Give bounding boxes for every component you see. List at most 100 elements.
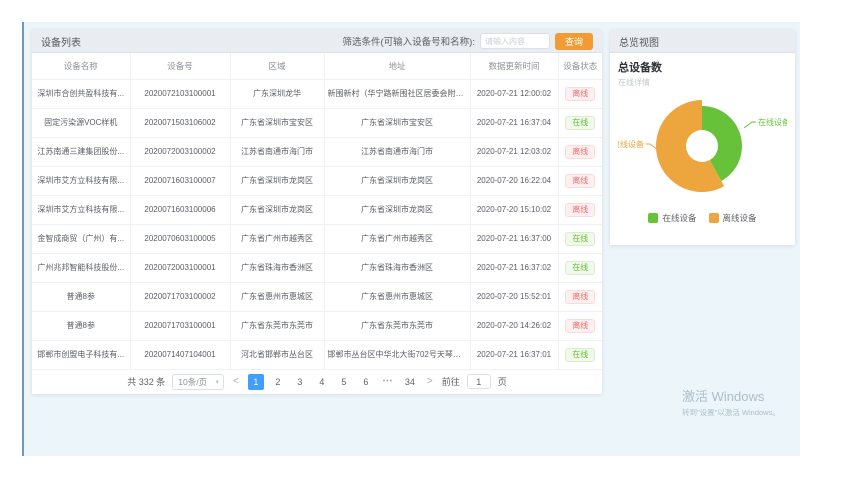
table-cell: 广东省珠海市香洲区 <box>324 253 470 282</box>
card-title: 设备列表 <box>41 34 81 49</box>
next-page-button[interactable]: > <box>425 376 435 387</box>
legend-swatch <box>709 213 719 223</box>
table-cell: 金智成商贸（广州）有... <box>32 224 130 253</box>
windows-activation-watermark: 激活 Windows 转到"设置"以激活 Windows。 <box>682 386 780 418</box>
page-size-select[interactable]: 10条/页 ▾ <box>172 374 224 390</box>
table-cell: 2020072103100001 <box>130 79 230 108</box>
table-cell: 广东深圳龙华 <box>230 79 324 108</box>
table-row[interactable]: 深圳市合创共盈科技有...2020072103100001广东深圳龙华新围新村（… <box>32 79 602 108</box>
table-cell: 2020-07-20 15:10:02 <box>470 195 558 224</box>
chevron-down-icon: ▾ <box>216 376 220 390</box>
column-header: 地址 <box>324 53 470 79</box>
table-cell: 广东省深圳市龙岗区 <box>324 195 470 224</box>
device-table: 设备名称设备号区域地址数据更新时间设备状态 深圳市合创共盈科技有...20200… <box>32 53 602 370</box>
table-cell: 广东省惠州市惠城区 <box>230 282 324 311</box>
page-button[interactable]: 3 <box>292 374 308 390</box>
page-button[interactable]: 34 <box>402 374 418 390</box>
status-badge: 离线 <box>565 290 595 304</box>
page-button[interactable]: 2 <box>270 374 286 390</box>
status-badge: 在线 <box>565 232 595 246</box>
status-badge: 离线 <box>565 87 595 101</box>
legend-item-online[interactable]: 在线设备 <box>648 212 696 224</box>
table-cell: 2020-07-21 12:03:02 <box>470 137 558 166</box>
legend-label: 在线设备 <box>662 212 696 224</box>
table-cell: 深圳市艾方立科技有限... <box>32 195 130 224</box>
page-button[interactable]: 4 <box>314 374 330 390</box>
goto-page-input[interactable] <box>467 374 491 389</box>
table-cell: 在线 <box>558 253 602 282</box>
table-cell: 江苏省南通市海门市 <box>230 137 324 166</box>
table-cell: 广东省广州市越秀区 <box>230 224 324 253</box>
table-cell: 2020-07-21 12:00:02 <box>470 79 558 108</box>
table-row[interactable]: 邯郸市创盟电子科技有...2020071407104001河北省邯郸市丛台区邯郸… <box>32 340 602 369</box>
column-header: 设备名称 <box>32 53 130 79</box>
table-cell: 新围新村（华宁路新围社区居委会附近）广东省深... <box>324 79 470 108</box>
device-list-header: 设备列表 筛选条件(可输入设备号和名称): 查询 <box>32 30 602 53</box>
table-cell: 在线 <box>558 340 602 369</box>
table-cell: 广东省深圳市宝安区 <box>324 108 470 137</box>
table-cell: 2020-07-20 16:22:04 <box>470 166 558 195</box>
table-cell: 广州兆邦智能科技股份... <box>32 253 130 282</box>
table-cell: 广东省深圳市龙岗区 <box>230 195 324 224</box>
legend-swatch <box>648 213 658 223</box>
table-cell: 在线 <box>558 224 602 253</box>
filter-input[interactable] <box>480 33 550 49</box>
page-button[interactable]: 1 <box>248 374 264 390</box>
status-badge: 在线 <box>565 116 595 130</box>
callout-line-online <box>744 122 756 128</box>
table-row[interactable]: 深圳市艾方立科技有限...2020071603100006广东省深圳市龙岗区广东… <box>32 195 602 224</box>
table-cell: 离线 <box>558 137 602 166</box>
status-badge: 在线 <box>565 261 595 275</box>
table-cell: 广东省深圳市龙岗区 <box>230 166 324 195</box>
table-row[interactable]: 普通8参2020071703100002广东省惠州市惠城区广东省惠州市惠城区20… <box>32 282 602 311</box>
prev-page-button[interactable]: < <box>231 376 241 387</box>
table-cell: 2020071703100002 <box>130 282 230 311</box>
pagination-bar: 共 332 条 10条/页 ▾ < 123456•••34 > 前往 页 <box>32 370 602 394</box>
page-size-value: 10条/页 <box>178 377 207 387</box>
table-cell: 深圳市艾方立科技有限... <box>32 166 130 195</box>
goto-label: 前往 <box>442 375 460 388</box>
overview-card: 总览视图 总设备数 在线详情 在线设备 离线设备 在线设备 离线设备 <box>610 30 795 245</box>
table-cell: 2020071407104001 <box>130 340 230 369</box>
table-cell: 江苏南通三建集团股份... <box>32 137 130 166</box>
table-cell: 邯郸市丛台区中华北大街702号天琴大厦4-A02 <box>324 340 470 369</box>
table-row[interactable]: 普通8参2020071703100001广东省东莞市东莞市广东省东莞市东莞市20… <box>32 311 602 340</box>
table-cell: 深圳市合创共盈科技有... <box>32 79 130 108</box>
table-cell: 广东省东莞市东莞市 <box>230 311 324 340</box>
chart-subtitle: 在线详情 <box>618 77 787 88</box>
legend-item-offline[interactable]: 离线设备 <box>709 212 757 224</box>
page-button[interactable]: 5 <box>336 374 352 390</box>
page-button[interactable]: 6 <box>358 374 374 390</box>
status-badge: 离线 <box>565 319 595 333</box>
table-cell: 2020-07-21 16:37:01 <box>470 340 558 369</box>
table-row[interactable]: 金智成商贸（广州）有...2020070603100005广东省广州市越秀区广东… <box>32 224 602 253</box>
column-header: 设备号 <box>130 53 230 79</box>
callout-label-offline: 离线设备 <box>618 139 644 149</box>
table-cell: 在线 <box>558 108 602 137</box>
table-row[interactable]: 广州兆邦智能科技股份...2020072003100001广东省珠海市香洲区广东… <box>32 253 602 282</box>
device-list-card: 设备列表 筛选条件(可输入设备号和名称): 查询 设备名称设备号区域地址数据更新… <box>32 30 602 394</box>
table-cell: 2020-07-20 14:26:02 <box>470 311 558 340</box>
status-badge: 在线 <box>565 348 595 362</box>
table-cell: 2020-07-21 16:37:04 <box>470 108 558 137</box>
table-cell: 邯郸市创盟电子科技有... <box>32 340 130 369</box>
chart-legend: 在线设备 离线设备 <box>618 212 787 224</box>
table-cell: 离线 <box>558 311 602 340</box>
search-button[interactable]: 查询 <box>555 33 593 50</box>
table-cell: 普通8参 <box>32 311 130 340</box>
column-header: 数据更新时间 <box>470 53 558 79</box>
table-cell: 广东省深圳市龙岗区 <box>324 166 470 195</box>
table-row[interactable]: 江苏南通三建集团股份...2020072003100002江苏省南通市海门市江苏… <box>32 137 602 166</box>
table-cell: 离线 <box>558 282 602 311</box>
table-cell: 2020071603100006 <box>130 195 230 224</box>
table-row[interactable]: 深圳市艾方立科技有限...2020071603100007广东省深圳市龙岗区广东… <box>32 166 602 195</box>
table-cell: 离线 <box>558 166 602 195</box>
table-row[interactable]: 固定污染源VOC样机2020071503106002广东省深圳市宝安区广东省深圳… <box>32 108 602 137</box>
pager-ellipsis: ••• <box>380 374 396 390</box>
table-cell: 固定污染源VOC样机 <box>32 108 130 137</box>
chart-title: 总设备数 <box>618 59 787 75</box>
status-badge: 离线 <box>565 203 595 217</box>
table-cell: 2020072003100002 <box>130 137 230 166</box>
overview-header: 总览视图 <box>610 30 795 53</box>
watermark-line2: 转到"设置"以激活 Windows。 <box>682 407 780 418</box>
